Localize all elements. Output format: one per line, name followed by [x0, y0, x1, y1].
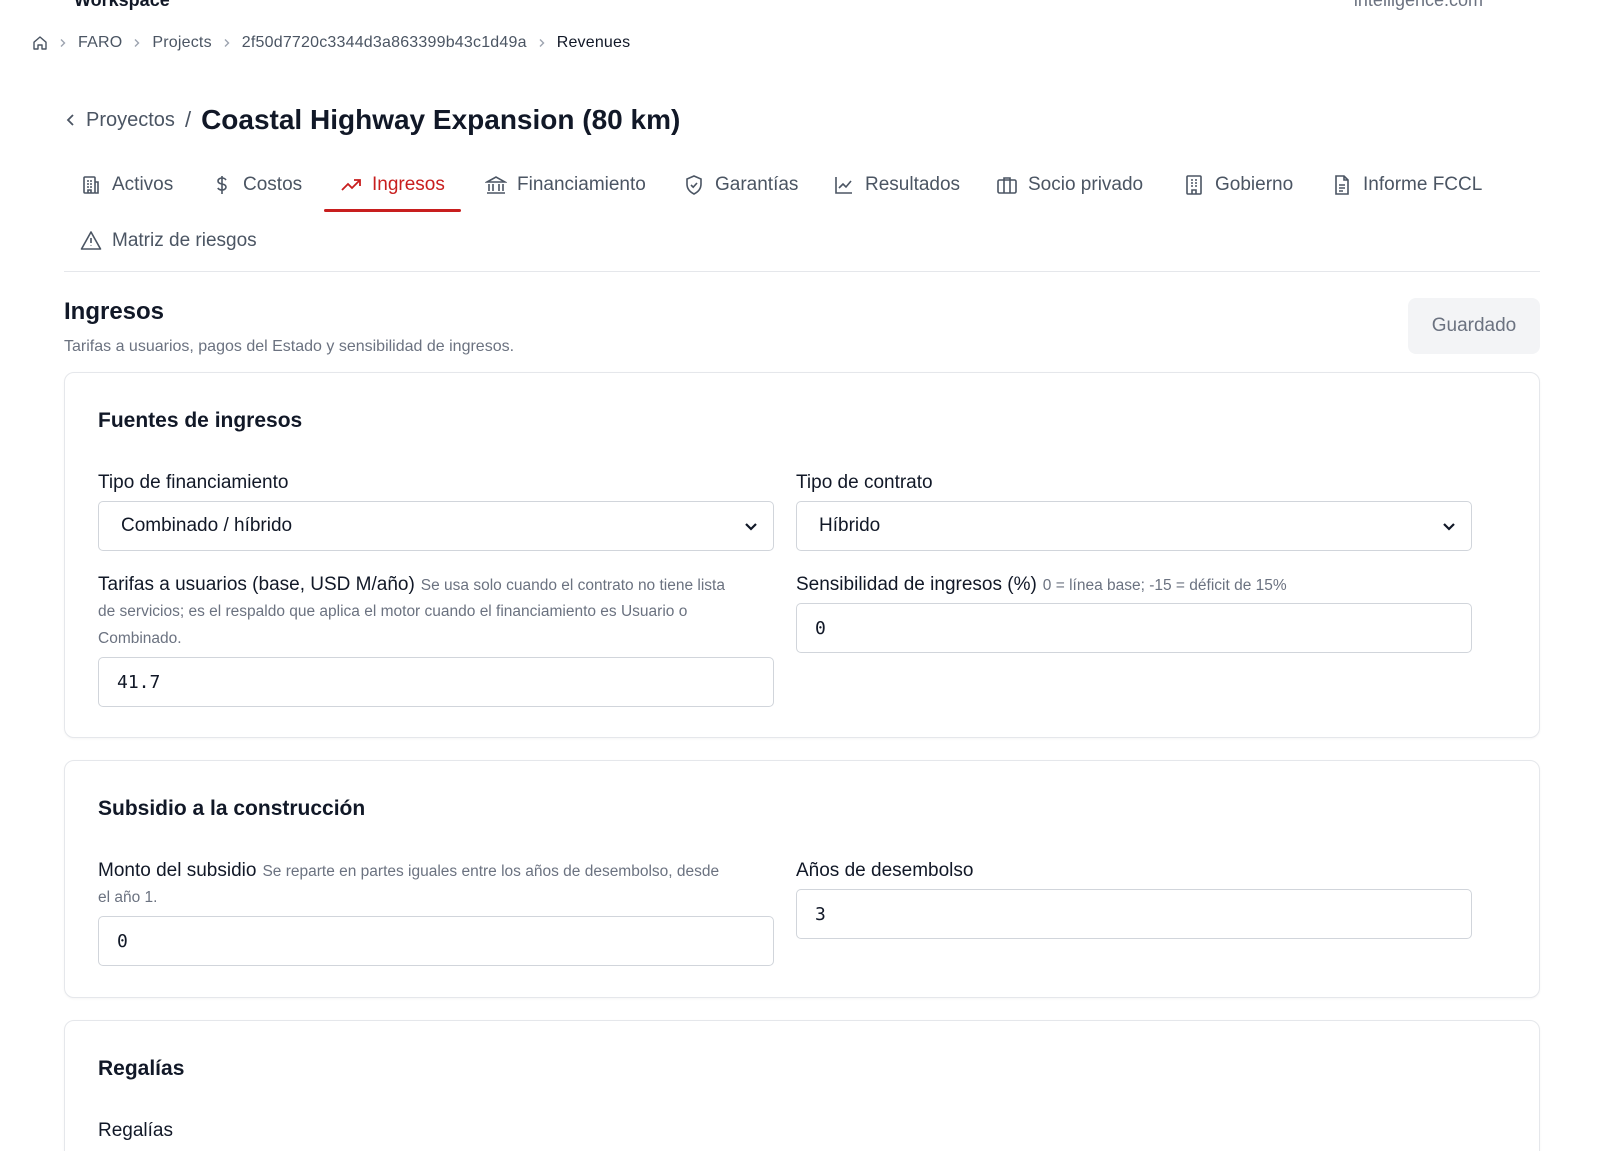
tab-gobierno[interactable]: Gobierno [1167, 158, 1309, 212]
funding-type-label: Tipo de financiamiento [98, 472, 289, 493]
disbursement-years-input[interactable]: 3 [796, 889, 1472, 939]
tab-resultados[interactable]: Resultados [817, 158, 976, 212]
breadcrumb-item-faro[interactable]: FARO [78, 34, 122, 52]
chevron-left-icon [66, 114, 74, 126]
breadcrumb-item-projects[interactable]: Projects [152, 34, 211, 52]
top-cropped-bar: Workspace intelligence.com [0, 0, 1600, 10]
tab-bar: Activos Costos Ingresos Financiamiento G… [64, 158, 1540, 272]
bank-icon [485, 176, 507, 194]
card-title: Regalías [98, 1057, 185, 1080]
tab-ingresos[interactable]: Ingresos [324, 158, 461, 212]
sensitivity-label: Sensibilidad de ingresos (%) 0 = línea ba… [796, 574, 1287, 595]
workspace-label: Workspace [74, 0, 170, 10]
tab-informe-fccl[interactable]: Informe FCCL [1315, 158, 1498, 212]
user-fees-input[interactable]: 41.7 [98, 657, 774, 707]
dollar-icon [217, 176, 227, 194]
tab-socio-privado[interactable]: Socio privado [980, 158, 1159, 212]
back-label: Proyectos [86, 108, 175, 131]
save-status-button[interactable]: Guardado [1408, 298, 1540, 354]
title-separator: / [184, 107, 192, 132]
construction-subsidy-card: Subsidio a la construcción Monto del sub… [64, 760, 1540, 998]
section-description: Tarifas a usuarios, pagos del Estado y s… [64, 338, 515, 355]
user-fees-hint: Se usa solo cuando el contrato no tiene … [420, 577, 725, 594]
chevron-down-icon [745, 523, 757, 531]
user-fees-hint-line3: Combinado. [98, 630, 182, 647]
contract-type-label: Tipo de contrato [796, 472, 933, 493]
chevron-right-icon [132, 38, 142, 48]
tab-costos[interactable]: Costos [195, 158, 318, 212]
subsidy-amount-hint-line2: el año 1. [98, 889, 158, 906]
tab-financiamiento[interactable]: Financiamiento [469, 158, 662, 212]
contract-type-value: Híbrido [819, 515, 881, 536]
revenue-sources-card: Fuentes de ingresos Tipo de financiamien… [64, 372, 1540, 738]
warning-icon [80, 231, 102, 250]
section-title: Ingresos [64, 298, 165, 325]
line-chart-icon [835, 177, 852, 194]
subsidy-amount-hint: Se reparte en partes iguales entre los a… [262, 863, 720, 880]
page-title: Coastal Highway Expansion (80 km) [201, 104, 681, 135]
contract-type-select[interactable]: Híbrido [796, 501, 1472, 551]
chevron-right-icon [58, 38, 68, 48]
chevron-down-icon [1443, 523, 1455, 531]
chevron-right-icon [222, 38, 232, 48]
funding-type-select[interactable]: Combinado / híbrido [98, 501, 774, 551]
office-building-icon [1186, 175, 1202, 195]
chevron-right-icon [537, 38, 547, 48]
tab-garantias[interactable]: Garantías [667, 158, 814, 212]
account-domain: intelligence.com [1353, 0, 1483, 10]
project-header: Proyectos / Coastal Highway Expansion (8… [64, 100, 680, 140]
briefcase-icon [997, 177, 1017, 194]
subsidy-amount-label: Monto del subsidio Se reparte en partes i… [98, 860, 720, 881]
funding-type-value: Combinado / híbrido [121, 515, 293, 536]
card-title: Fuentes de ingresos [98, 409, 303, 432]
breadcrumb: FARO Projects 2f50d7720c3344d3a863399b43… [32, 32, 630, 54]
royalties-card: Regalías Regalías [64, 1020, 1540, 1151]
user-fees-hint-line2: de servicios; es el respaldo que aplica … [98, 603, 688, 620]
tab-matriz-de-riesgos[interactable]: Matriz de riesgos [64, 214, 273, 268]
home-icon[interactable] [32, 35, 48, 51]
document-icon [1335, 175, 1349, 195]
subsidy-amount-input[interactable]: 0 [98, 916, 774, 966]
disbursement-years-label: Años de desembolso [796, 860, 974, 881]
back-to-projects-link[interactable]: Proyectos [64, 109, 175, 132]
breadcrumb-current: Revenues [556, 34, 631, 51]
user-fees-label: Tarifas a usuarios (base, USD M/año) Se u… [98, 574, 725, 595]
card-title: Subsidio a la construcción [98, 797, 366, 820]
sensitivity-input[interactable]: 0 [796, 603, 1472, 653]
breadcrumb-item-project-id[interactable]: 2f50d7720c3344d3a863399b43c1d49a [242, 34, 527, 52]
royalties-field-label: Regalías [98, 1120, 173, 1141]
trending-up-icon [341, 179, 361, 191]
sensitivity-hint: 0 = línea base; -15 = déficit de 15% [1042, 577, 1287, 594]
shield-icon [686, 175, 702, 195]
building-icon [83, 176, 99, 194]
tab-activos[interactable]: Activos [64, 158, 189, 212]
